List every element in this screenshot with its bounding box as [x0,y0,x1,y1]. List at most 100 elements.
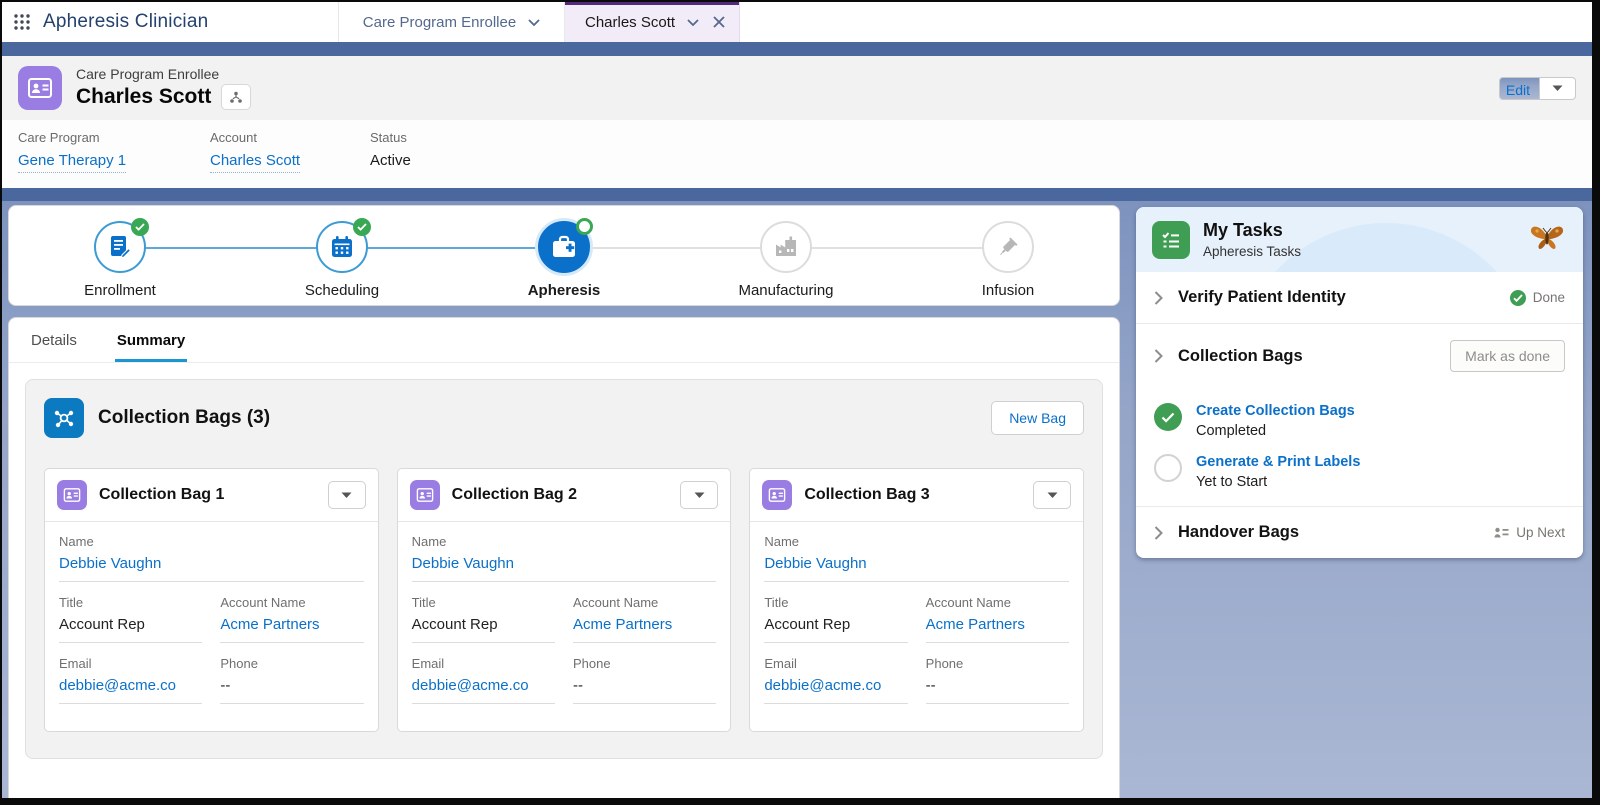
field-email: Email debbie@acme.co [59,656,203,704]
bag-card-title: Collection Bag 2 [451,486,578,503]
field-label: Phone [220,656,258,671]
up-next-icon [1494,526,1509,540]
account-link[interactable]: Acme Partners [220,616,364,643]
collection-bag-card-2: Collection Bag 2 Name Debbie Vaughn Titl… [396,468,732,732]
field-label: Email [59,656,92,671]
edit-dropdown-button[interactable] [1540,76,1576,100]
factory-icon [773,234,799,260]
contact-card-icon [409,480,440,510]
field-label: Title [59,595,84,610]
chevron-right-icon[interactable] [1154,349,1163,363]
calendar-icon [329,234,355,260]
account-link[interactable]: Charles Scott [210,152,301,173]
path-stage-apheresis[interactable]: Apheresis [453,206,675,305]
open-circle-icon [1154,454,1182,482]
path-assistant: Enrollment Scheduling Apheresis Manufact… [8,205,1120,306]
field-label: Account Name [573,595,659,610]
field-email: Email debbie@acme.co [411,656,555,704]
field-label: Care Program [18,130,100,145]
field-name: Name Debbie Vaughn [764,534,1070,582]
in-progress-badge-icon [576,218,593,235]
email-link[interactable]: debbie@acme.co [764,677,908,704]
field-title: Title Account Rep [411,595,555,643]
record-tab-bar: Details Summary [9,318,1119,363]
nav-brand: Apheresis Clinician [2,2,339,42]
account-link[interactable]: Acme Partners [925,616,1070,643]
care-program-link[interactable]: Gene Therapy 1 [18,152,127,173]
tab-summary[interactable]: Summary [114,318,188,362]
field-label: Email [411,656,445,671]
task-group-label: Collection Bags [1178,346,1303,365]
subtask-status: Yet to Start [1196,474,1268,490]
page-body: Enrollment Scheduling Apheresis Manufact… [2,201,1592,798]
tab-charles-scott[interactable]: Charles Scott [565,2,741,42]
field-label: Name [411,534,447,549]
field-account-name: Account Name Acme Partners [925,595,1070,643]
status-value: Active [370,152,411,169]
subtask-link[interactable]: Create Collection Bags [1196,403,1355,419]
collection-bags-section: Collection Bags (3) New Bag Collection B… [25,379,1103,759]
app-launcher-icon[interactable] [14,14,30,30]
global-nav: Apheresis Clinician Care Program Enrolle… [2,2,1592,42]
check-badge-icon [353,218,371,236]
title-value: Account Rep [59,616,203,643]
app-title: Apheresis Clinician [43,11,209,32]
task-status-done: Done [1509,289,1565,306]
phone-value: -- [573,677,717,704]
subtask-link[interactable]: Generate & Print Labels [1196,454,1360,470]
field-label: Account Name [220,595,306,610]
bag-menu-button[interactable] [680,481,719,509]
close-icon[interactable] [713,16,725,28]
tab-care-program-enrollee[interactable]: Care Program Enrollee [339,2,565,42]
record-header: Care Program Enrollee Charles Scott Edit [2,56,1592,120]
stage-label: Enrollment [84,282,156,299]
field-name: Name Debbie Vaughn [411,534,717,582]
new-bag-button[interactable]: New Bag [991,401,1084,435]
bag-card-title: Collection Bag 1 [99,486,225,503]
field-label: Phone [925,656,964,671]
object-tab-label: Care Program Enrollee [362,13,517,31]
chevron-right-icon[interactable] [1154,290,1163,305]
collection-bags-entity-icon [44,398,84,438]
task-group-verify-patient-identity[interactable]: Verify Patient Identity Done [1136,272,1583,323]
task-group-collection-bags[interactable]: Collection Bags Mark as done [1136,323,1583,388]
account-link[interactable]: Acme Partners [573,616,717,643]
syringe-icon [995,234,1021,260]
mark-as-done-button[interactable]: Mark as done [1450,340,1565,372]
entity-label: Care Program Enrollee [76,66,220,82]
field-care-program: Care Program Gene Therapy 1 [18,130,210,173]
record-tab-label: Charles Scott [585,13,676,31]
chevron-down-icon[interactable] [528,18,540,26]
bag-menu-button[interactable] [327,481,366,509]
section-title: Collection Bags (3) [98,407,271,428]
field-title: Title Account Rep [59,595,203,643]
contact-name-link[interactable]: Debbie Vaughn [764,555,1070,582]
chevron-down-icon[interactable] [687,18,699,26]
contact-name-link[interactable]: Debbie Vaughn [59,555,364,582]
collection-bag-card-3: Collection Bag 3 Name Debbie Vaughn Titl… [749,468,1085,732]
bag-menu-button[interactable] [1033,481,1072,509]
path-stage-infusion[interactable]: Infusion [897,206,1119,305]
hierarchy-button[interactable] [221,84,252,110]
field-account-name: Account Name Acme Partners [573,595,717,643]
contact-name-link[interactable]: Debbie Vaughn [411,555,717,582]
title-value: Account Rep [411,616,555,643]
field-label: Email [764,656,797,671]
field-label: Title [764,595,789,610]
field-account: Account Charles Scott [210,130,370,173]
path-stage-scheduling[interactable]: Scheduling [231,206,453,305]
email-link[interactable]: debbie@acme.co [59,677,203,704]
task-group-handover-bags[interactable]: Handover Bags Up Next [1136,506,1583,558]
highlights-fields: Care Program Gene Therapy 1 Account Char… [2,120,1592,188]
document-icon [107,234,133,260]
first-aid-icon [550,234,578,260]
field-title: Title Account Rep [764,595,908,643]
stage-label: Infusion [981,282,1035,299]
tasks-checklist-icon [1152,220,1190,259]
path-stage-manufacturing[interactable]: Manufacturing [675,206,897,305]
edit-button[interactable]: Edit [1498,76,1540,100]
tab-details[interactable]: Details [29,318,79,362]
email-link[interactable]: debbie@acme.co [411,677,555,704]
path-stage-enrollment[interactable]: Enrollment [9,206,231,305]
chevron-right-icon[interactable] [1154,525,1163,540]
